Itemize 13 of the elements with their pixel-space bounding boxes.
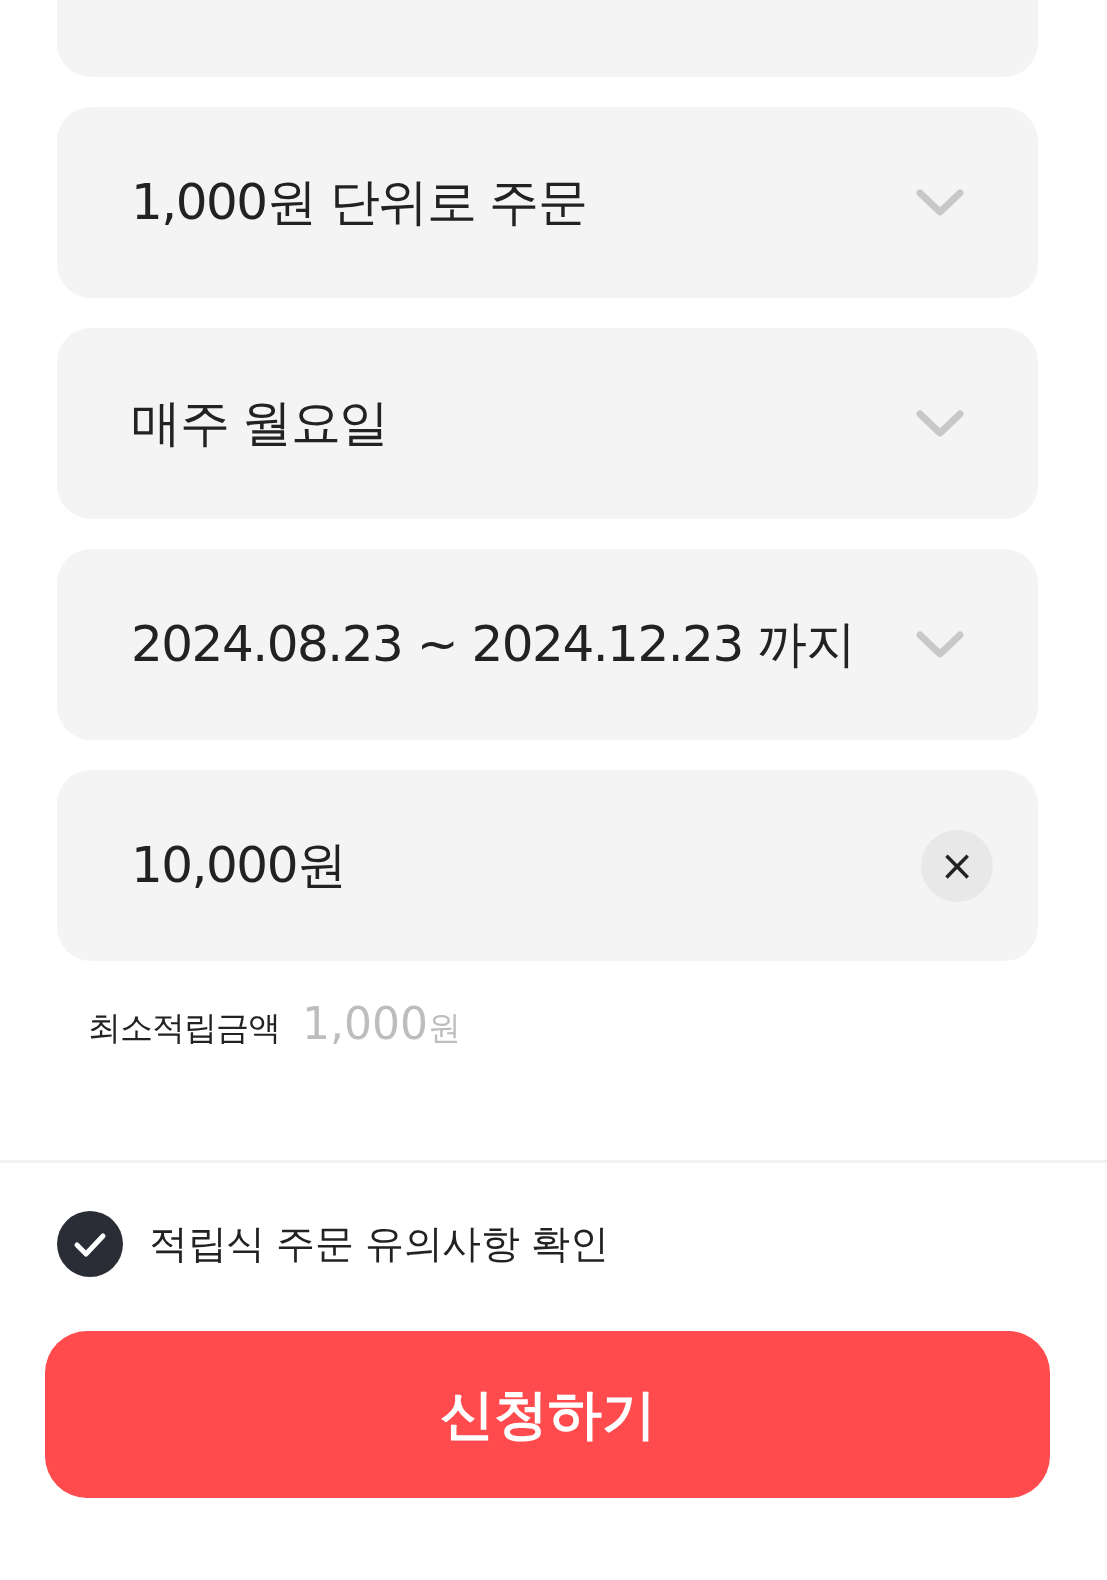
dropdown-field[interactable]: 1,000원 단위로 주문 xyxy=(57,107,1038,298)
checkbox[interactable] xyxy=(57,1211,123,1277)
amount-field[interactable]: 10,000원 × xyxy=(57,770,1038,961)
minimum-amount-label: 최소적립금액 xyxy=(88,1007,280,1049)
clear-button[interactable]: × xyxy=(921,829,993,902)
chevron-down-icon xyxy=(916,630,964,659)
dropdown-field[interactable]: 매주 월요일 xyxy=(57,328,1038,519)
checkbox-label: 적립식 주문 유의사항 확인 xyxy=(149,1219,609,1268)
chevron-down-icon xyxy=(916,409,964,438)
dropdown-field[interactable]: 2024.08.23 ~ 2024.12.23 까지 xyxy=(57,549,1038,740)
currency-unit: 원 xyxy=(427,1007,461,1049)
chevron-down-icon xyxy=(916,188,964,217)
minimum-amount-value: 1,000 xyxy=(302,997,428,1051)
